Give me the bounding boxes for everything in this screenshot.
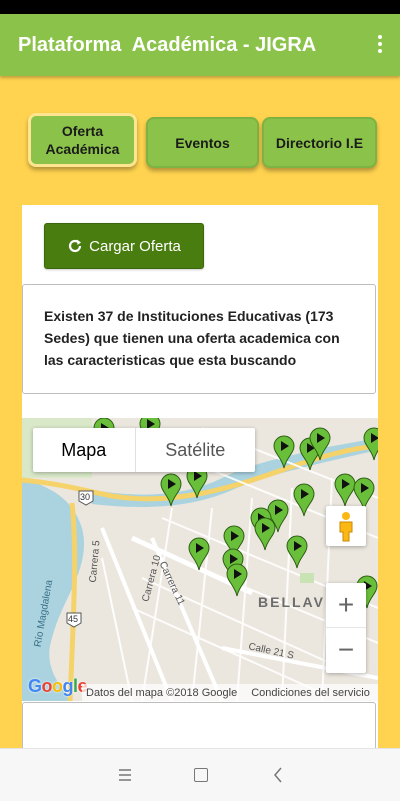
status-bar [0, 0, 400, 14]
tab-directorio[interactable]: Directorio I.E [262, 117, 377, 168]
map-type-mapa[interactable]: Mapa [33, 428, 136, 472]
map-copyright: Datos del mapa ©2018 Google [86, 686, 238, 699]
zoom-control: + − [326, 583, 366, 673]
app-bar: Plataforma Académica - JIGRA [0, 14, 400, 76]
zoom-in-button[interactable]: + [326, 583, 366, 628]
zoom-out-button[interactable]: − [326, 628, 366, 672]
overflow-menu-icon[interactable] [376, 35, 384, 55]
marker[interactable] [334, 473, 356, 507]
tab-eventos[interactable]: Eventos [146, 117, 259, 168]
marker[interactable] [160, 473, 182, 507]
cargar-oferta-label: Cargar Oferta [89, 237, 181, 255]
info-message: Existen 37 de Instituciones Educativas (… [22, 284, 376, 394]
marker[interactable] [273, 435, 295, 469]
tab-oferta-academica[interactable]: Oferta Académica [28, 113, 137, 167]
marker[interactable] [226, 563, 248, 597]
home-icon[interactable] [194, 768, 208, 782]
map-type-satelite[interactable]: Satélite [136, 428, 255, 472]
recent-apps-icon[interactable] [118, 769, 132, 781]
marker[interactable] [286, 535, 308, 569]
map-type-control: Mapa Satélite [33, 428, 255, 472]
map-footer: Datos del mapa ©2018 Google Condiciones … [82, 684, 378, 701]
marker[interactable] [254, 517, 276, 551]
system-nav-bar [0, 748, 400, 801]
content-panel: Cargar Oferta Existen 37 de Institucione… [22, 205, 378, 750]
google-logo: Google [28, 676, 88, 696]
app-title: Plataforma Académica - JIGRA [18, 34, 317, 56]
map-view[interactable]: 30 45 Río Magdalena Carrera 5 Carrera 10… [22, 418, 378, 701]
results-box [22, 702, 376, 750]
marker[interactable] [293, 483, 315, 517]
back-icon[interactable] [272, 766, 284, 784]
street-view-pegman-button[interactable] [326, 506, 366, 546]
refresh-icon [69, 239, 82, 253]
marker[interactable] [188, 537, 210, 571]
pegman-icon [339, 512, 353, 542]
map-terms-link[interactable]: Condiciones del servicio [251, 687, 370, 699]
cargar-oferta-button[interactable]: Cargar Oferta [44, 223, 204, 269]
marker[interactable] [363, 427, 378, 461]
